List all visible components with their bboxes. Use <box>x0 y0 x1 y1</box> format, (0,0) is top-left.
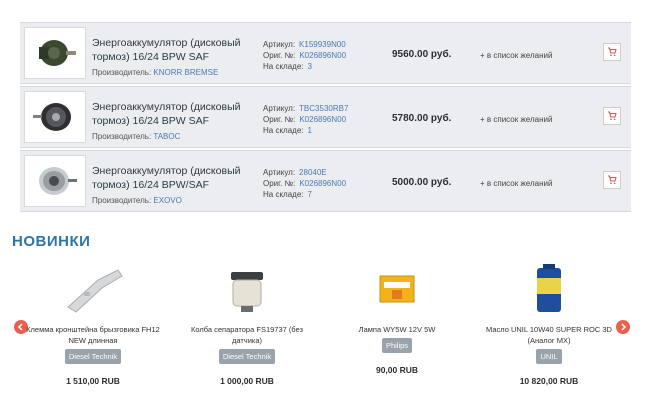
maker-link[interactable]: TABOC <box>153 132 180 141</box>
new-item-price: 90,00 RUB <box>375 365 419 375</box>
new-item-name[interactable]: Масло UNIL 10W40 SUPER ROC 3D (Аналог MX… <box>474 324 624 346</box>
new-items-carousel: Клемма кронштейна брызговика FH12 NEW дл… <box>0 258 650 408</box>
new-item-name[interactable]: Колба сепаратора FS19737 (без датчика) <box>172 324 322 346</box>
new-item-brand[interactable]: UNIL <box>536 349 562 364</box>
new-item-image[interactable] <box>322 258 472 320</box>
product-image[interactable] <box>24 155 86 207</box>
cart-icon <box>608 47 617 57</box>
product-price: 5780.00 руб. <box>392 113 452 124</box>
add-to-wishlist-link[interactable]: + в список желаний <box>480 179 552 188</box>
product-maker: Производитель: EXOVO <box>92 196 182 205</box>
product-row: Энергоаккумулятор (дисковый тормоз) 16/2… <box>20 86 631 148</box>
product-title[interactable]: Энергоаккумулятор (дисковый тормоз) 16/2… <box>92 36 242 64</box>
product-image[interactable] <box>24 27 86 79</box>
product-list: Энергоаккумулятор (дисковый тормоз) 16/2… <box>20 22 631 214</box>
maker-link[interactable]: EXOVO <box>153 196 181 205</box>
new-item-card[interactable]: Масло UNIL 10W40 SUPER ROC 3D (Аналог MX… <box>474 258 624 386</box>
product-image[interactable] <box>24 91 86 143</box>
new-item-image[interactable] <box>18 258 168 320</box>
product-maker: Производитель: TABOC <box>92 132 181 141</box>
new-item-card[interactable]: Колба сепаратора FS19737 (без датчика) D… <box>172 258 322 386</box>
add-to-wishlist-link[interactable]: + в список желаний <box>480 115 552 124</box>
new-item-price: 1 000,00 RUB <box>220 376 274 386</box>
new-item-brand[interactable]: Diesel Technik <box>218 349 276 364</box>
new-item-brand[interactable]: Philips <box>381 338 413 353</box>
new-item-image[interactable] <box>172 258 322 320</box>
new-item-card[interactable]: Лампа WY5W 12V 5W Philips 90,00 RUB <box>322 258 472 375</box>
product-row: Энергоаккумулятор (дисковый тормоз) 16/2… <box>20 150 631 212</box>
product-price: 9560.00 руб. <box>392 49 452 60</box>
cart-icon <box>608 175 617 185</box>
add-to-wishlist-link[interactable]: + в список желаний <box>480 51 552 60</box>
cart-icon <box>608 111 617 121</box>
new-item-card[interactable]: Клемма кронштейна брызговика FH12 NEW дл… <box>18 258 168 386</box>
add-to-cart-button[interactable] <box>603 43 621 61</box>
new-item-name[interactable]: Клемма кронштейна брызговика FH12 NEW дл… <box>18 324 168 346</box>
product-specs: Артикул: K159939N00 Ориг. №: K026896N00 На… <box>263 40 347 71</box>
maker-link[interactable]: KNORR BREMSE <box>153 68 218 77</box>
chevron-right-icon <box>621 323 627 331</box>
product-row: Энергоаккумулятор (дисковый тормоз) 16/2… <box>20 22 631 84</box>
new-items-heading: НОВИНКИ <box>12 233 91 250</box>
new-item-price: 1 510,00 RUB <box>66 376 120 386</box>
product-title[interactable]: Энергоаккумулятор (дисковый тормоз) 16/2… <box>92 164 242 192</box>
add-to-cart-button[interactable] <box>603 171 621 189</box>
add-to-cart-button[interactable] <box>603 107 621 125</box>
new-item-brand[interactable]: Diesel Technik <box>64 349 122 364</box>
product-specs: Артикул: 28040E Ориг. №: K026896N00 На скл… <box>263 168 347 199</box>
product-maker: Производитель: KNORR BREMSE <box>92 68 219 77</box>
carousel-next-button[interactable] <box>616 320 630 334</box>
new-item-price: 10 820,00 RUB <box>519 376 579 386</box>
product-specs: Артикул: TBC3530RB7 Ориг. №: K026896N00 На… <box>263 104 349 135</box>
product-title[interactable]: Энергоаккумулятор (дисковый тормоз) 16/2… <box>92 100 242 128</box>
product-price: 5000.00 руб. <box>392 177 452 188</box>
new-item-name[interactable]: Лампа WY5W 12V 5W <box>322 324 472 335</box>
new-item-image[interactable] <box>474 258 624 320</box>
